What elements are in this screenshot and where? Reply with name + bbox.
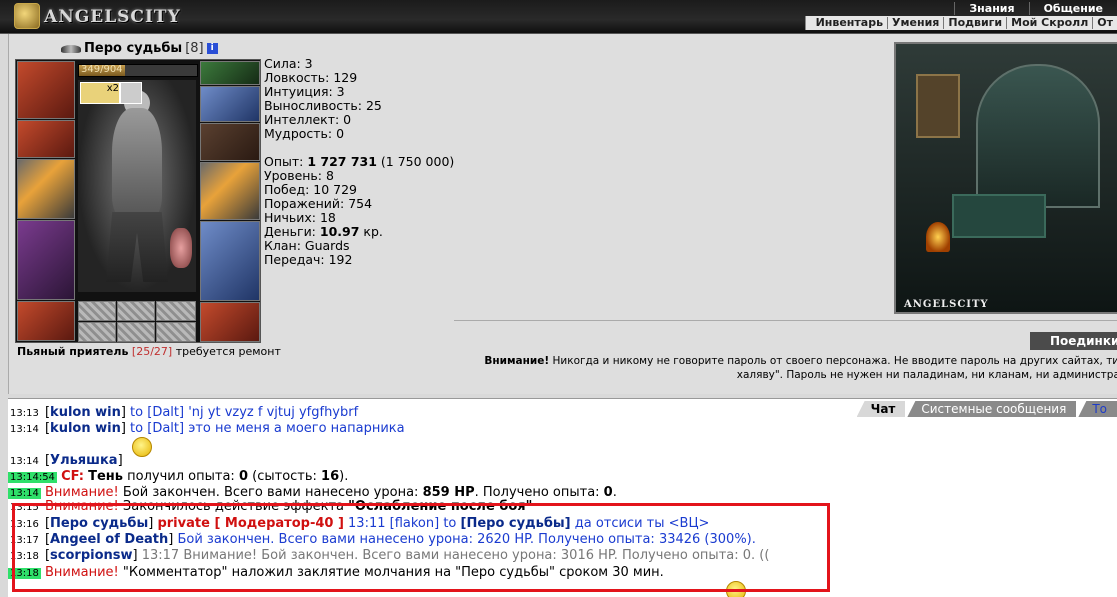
chat-line: 13:13 [kulon win] to [Dalt] 'nj yt vzyz … <box>10 405 359 420</box>
menu-skills[interactable]: Умения <box>888 17 945 29</box>
chat-line: 13:14 [Ульяшка] <box>10 453 123 468</box>
avatar-legs <box>106 212 168 282</box>
scene-brand: ANGELSCITY <box>904 299 989 310</box>
armor-slot[interactable] <box>17 220 75 300</box>
gloves-slot[interactable] <box>200 123 260 161</box>
duels-button[interactable]: Поединки <box>1030 332 1117 350</box>
tab-more[interactable]: То <box>1078 401 1117 417</box>
avatar-body <box>112 108 162 218</box>
offhand-slot[interactable] <box>200 162 260 220</box>
rune-slot[interactable] <box>78 301 116 321</box>
tab-communication[interactable]: Общение <box>1028 2 1117 15</box>
weapon-slot[interactable] <box>17 159 75 219</box>
chat-line <box>132 437 152 457</box>
buff-count: x2 <box>106 83 119 94</box>
chat-line: 13:14:54 CF: Тень получил опыта: 0 (сыто… <box>8 469 349 484</box>
status-name: Пьяный приятель <box>17 345 129 358</box>
hp-text: 349/904 <box>81 64 123 75</box>
chat-nick[interactable]: kulon win <box>50 405 121 420</box>
banner-decoration <box>916 74 960 138</box>
bracer-slot[interactable] <box>17 120 75 158</box>
stat-endurance: Выносливость: 25 <box>264 98 382 113</box>
character-name: Перо судьбы <box>84 41 183 56</box>
status-count: [25/27] <box>131 345 173 358</box>
character-stats: Сила: 3 Ловкость: 129 Интуиция: 3 Выносл… <box>264 57 454 267</box>
status-line: Пьяный приятель [25/27] требуется ремонт <box>17 345 281 358</box>
chat-nick[interactable]: Ульяшка <box>50 453 118 468</box>
logo[interactable]: ANGELSCITY <box>44 7 181 27</box>
tab-chat[interactable]: Чат <box>856 401 906 417</box>
equipment-panel: 349/904 x2 <box>15 59 261 343</box>
character-level: [8] <box>185 41 204 56</box>
chat-line: 13:14 [kulon win] to [Dalt] это не меня … <box>10 421 405 436</box>
stat-agility: Ловкость: 129 <box>264 70 358 85</box>
rune-slot[interactable] <box>117 322 155 342</box>
stat-clan: Клан: Guards <box>264 238 350 253</box>
boots-slot[interactable] <box>200 302 260 342</box>
zodiac-icon[interactable] <box>120 82 142 104</box>
character-avatar[interactable]: x2 <box>78 80 196 292</box>
info-icon[interactable]: i <box>206 43 218 54</box>
top-tabs: Знания Общение <box>954 2 1117 15</box>
fire-icon <box>926 222 950 252</box>
menu-achievements[interactable]: Подвиги <box>944 17 1008 29</box>
stat-losses: Поражений: 754 <box>264 196 373 211</box>
highlight-box <box>12 503 830 592</box>
stat-strength: Сила: 3 <box>264 56 313 71</box>
stat-transfers: Передач: 192 <box>264 252 353 267</box>
chest-decoration <box>952 194 1046 238</box>
tab-knowledge[interactable]: Знания <box>954 2 1028 15</box>
tab-system-messages[interactable]: Системные сообщения <box>907 401 1077 417</box>
legs-slot[interactable] <box>200 221 260 301</box>
top-bar: ANGELSCITY Знания Общение Инвентарь Умен… <box>0 0 1117 34</box>
pet-icon[interactable] <box>170 228 192 268</box>
menu-more[interactable]: От <box>1093 17 1117 29</box>
menu-my-scroll[interactable]: Мой Скролл <box>1007 17 1094 29</box>
stat-level: Уровень: 8 <box>264 168 334 183</box>
wings-icon <box>61 43 81 55</box>
sub-menu: Инвентарь Умения Подвиги Мой Скролл От <box>804 16 1117 30</box>
chat-tabs: Чат Системные сообщения То <box>855 401 1117 417</box>
divider <box>454 320 1117 321</box>
ring-slot[interactable] <box>200 86 260 122</box>
stat-draws: Ничьих: 18 <box>264 210 336 225</box>
security-warning: Внимание! Никогда и никому не говорите п… <box>484 355 1117 381</box>
menu-inventory[interactable]: Инвентарь <box>812 17 889 29</box>
rune-slot[interactable] <box>117 301 155 321</box>
location-scene[interactable]: ANGELSCITY <box>894 42 1117 314</box>
rune-slot[interactable] <box>156 301 196 321</box>
logo-emblem-icon[interactable] <box>14 3 40 29</box>
arch-doorway <box>976 64 1100 208</box>
stat-intellect: Интеллект: 0 <box>264 112 352 127</box>
hp-bar: 349/904 <box>78 64 198 77</box>
smiley-icon <box>132 437 152 457</box>
stat-intuition: Интуиция: 3 <box>264 84 345 99</box>
character-panel: Перо судьбы [8] i 349/904 x2 Сила: 3 Лов… <box>8 34 1117 394</box>
helmet-slot[interactable] <box>17 61 75 119</box>
status-note: требуется ремонт <box>172 345 281 358</box>
chat-nick[interactable]: kulon win <box>50 421 121 436</box>
stat-experience: Опыт: 1 727 731 (1 750 000) <box>264 154 455 169</box>
stat-wins: Побед: 10 729 <box>264 182 358 197</box>
character-header: Перо судьбы [8] i <box>61 41 218 56</box>
stat-wisdom: Мудрость: 0 <box>264 126 345 141</box>
rune-slot[interactable] <box>156 322 196 342</box>
stat-money: Деньги: 10.97 кр. <box>264 224 383 239</box>
rune-slot[interactable] <box>78 322 116 342</box>
chat-panel[interactable]: Чат Системные сообщения То 13:13 [kulon … <box>8 398 1117 597</box>
buff-icon[interactable]: x2 <box>80 82 120 104</box>
amulet-slot[interactable] <box>200 61 260 85</box>
belt-slot[interactable] <box>17 301 75 341</box>
